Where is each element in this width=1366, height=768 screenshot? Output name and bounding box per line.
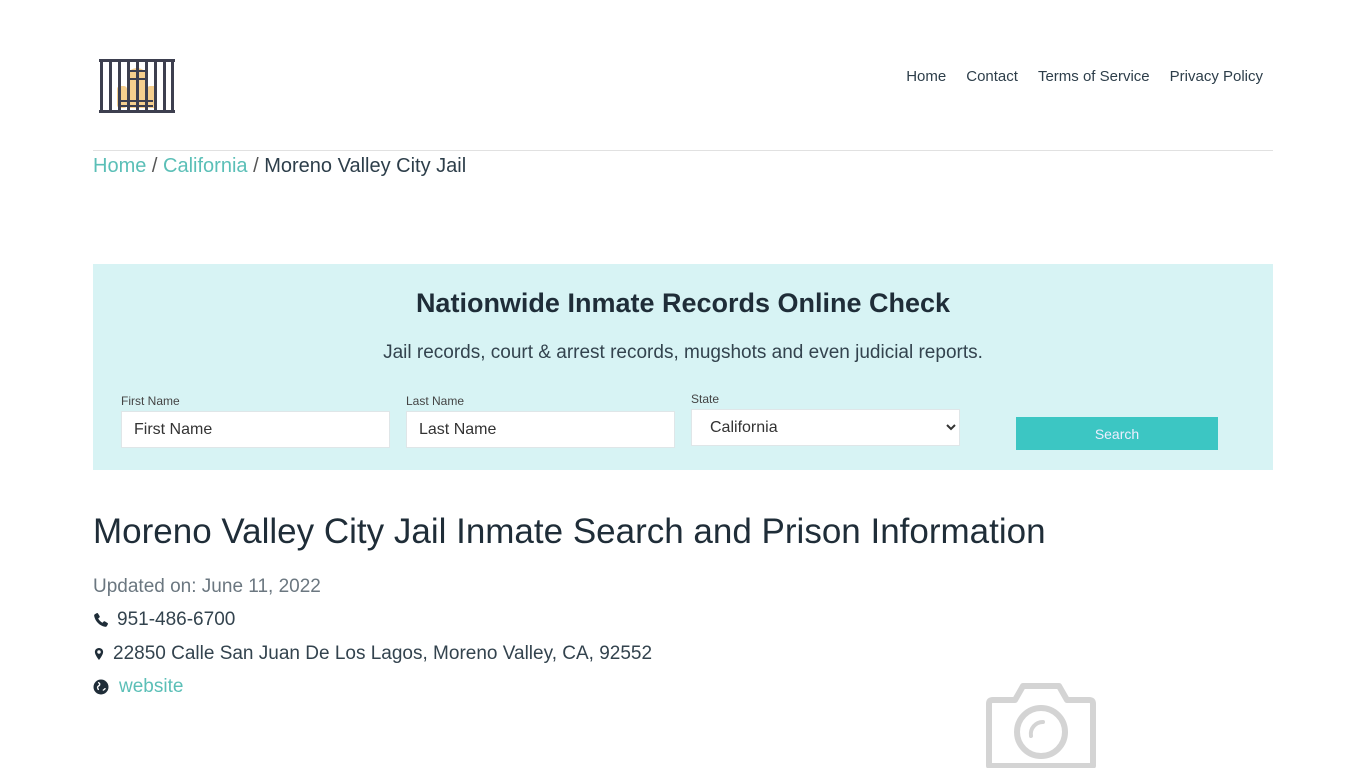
nav-privacy-policy[interactable]: Privacy Policy — [1170, 68, 1263, 85]
jail-bars-logo-icon[interactable] — [97, 56, 177, 116]
state-group: State California — [691, 392, 960, 446]
updated-date: Updated on: June 11, 2022 — [93, 576, 321, 598]
header-divider — [93, 150, 1273, 151]
breadcrumb-home[interactable]: Home — [93, 155, 146, 177]
last-name-label: Last Name — [406, 394, 465, 408]
search-panel: Nationwide Inmate Records Online Check J… — [93, 264, 1273, 470]
website-row: website — [93, 676, 183, 698]
website-link[interactable]: website — [119, 676, 183, 698]
breadcrumb: Home / California / Moreno Valley City J… — [93, 155, 466, 178]
globe-icon — [93, 679, 109, 695]
breadcrumb-current: Moreno Valley City Jail — [264, 155, 467, 177]
main-nav: Home Contact Terms of Service Privacy Po… — [906, 68, 1263, 85]
camera-icon — [986, 683, 1096, 768]
last-name-group: Last Name — [406, 394, 675, 448]
page-title: Moreno Valley City Jail Inmate Search an… — [93, 512, 1046, 551]
address-row: 22850 Calle San Juan De Los Lagos, Moren… — [93, 643, 652, 665]
state-select[interactable]: California — [691, 409, 960, 446]
search-panel-subtitle: Jail records, court & arrest records, mu… — [383, 342, 983, 363]
map-marker-icon — [94, 648, 104, 660]
first-name-group: First Name — [121, 394, 390, 448]
phone-icon — [94, 613, 108, 627]
address-text: 22850 Calle San Juan De Los Lagos, Moren… — [113, 643, 653, 664]
breadcrumb-california[interactable]: California — [163, 155, 247, 177]
breadcrumb-separator: / — [253, 155, 265, 177]
state-label: State — [691, 392, 720, 406]
search-button[interactable]: Search — [1016, 417, 1218, 450]
first-name-label: First Name — [121, 394, 180, 408]
search-panel-title: Nationwide Inmate Records Online Check — [415, 288, 951, 318]
nav-terms-of-service[interactable]: Terms of Service — [1038, 68, 1150, 85]
last-name-input[interactable] — [406, 411, 675, 448]
phone-row: 951-486-6700 — [93, 609, 235, 631]
breadcrumb-separator: / — [151, 155, 164, 177]
nav-home[interactable]: Home — [906, 68, 946, 85]
first-name-input[interactable] — [121, 411, 390, 448]
nav-contact[interactable]: Contact — [966, 68, 1018, 85]
phone-number: 951-486-6700 — [117, 609, 236, 630]
updated-text: Updated on: June 11, 2022 — [93, 576, 321, 597]
